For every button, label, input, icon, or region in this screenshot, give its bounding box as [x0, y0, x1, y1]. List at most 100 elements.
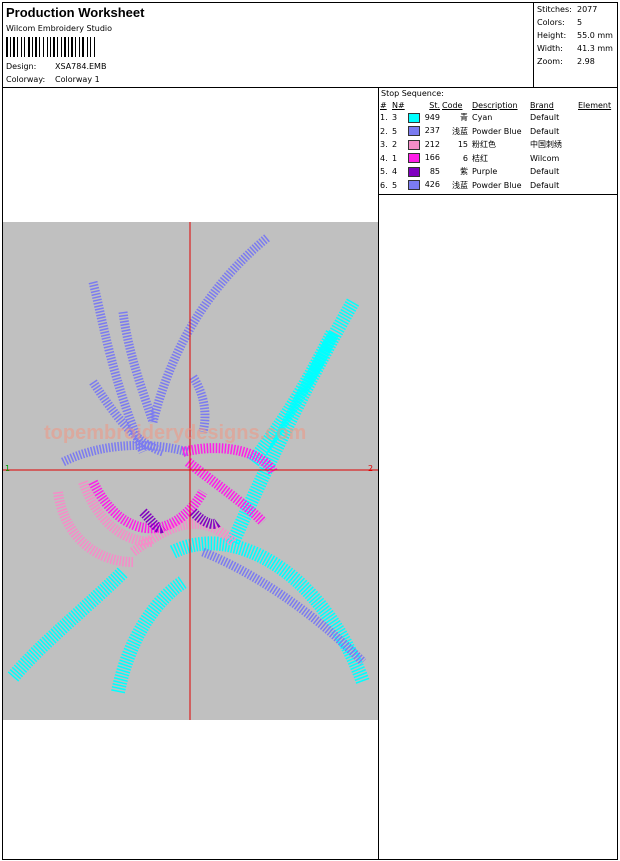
row-brand: Default [530, 180, 560, 190]
row-code: 青 [460, 113, 468, 123]
row-brand: 中国刺绣 [530, 140, 562, 150]
barcode-bar [71, 37, 73, 57]
barcode-bar [68, 37, 69, 57]
barcode-bar [75, 37, 76, 57]
row-code: 6 [462, 153, 468, 163]
color-swatch [408, 112, 420, 123]
col-index: # [380, 100, 387, 110]
row-element [578, 125, 611, 139]
col-stitches: St. [429, 100, 440, 110]
barcode-bar [57, 37, 58, 57]
stop-sequence-table: # N# St. Code Description Brand Element … [380, 99, 611, 192]
row-stitches: 85 [408, 165, 440, 179]
barcode-bar [6, 37, 8, 57]
row-stitches: 212 [408, 138, 440, 152]
barcode-bar [35, 37, 37, 57]
software-name: Wilcom Embroidery Studio [6, 24, 113, 33]
row-stitches: 166 [408, 152, 440, 166]
color-swatch [408, 139, 420, 150]
row-element [578, 138, 611, 152]
table-row: 6. 5 426 浅蓝 Powder Blue Default [380, 179, 611, 193]
barcode-bar [43, 37, 44, 57]
row-brand: Default [530, 113, 560, 123]
page-title: Production Worksheet [6, 5, 145, 20]
row-element [578, 179, 611, 193]
design-label: Design: [6, 62, 37, 71]
table-row: 2. 5 237 浅蓝 Powder Blue Default [380, 125, 611, 139]
row-needle: 4 [392, 167, 398, 177]
color-swatch [408, 153, 420, 164]
stat-width: Width: 41.3 mm [537, 44, 613, 53]
row-index: 1. [380, 113, 388, 123]
barcode-bar [94, 37, 95, 57]
row-needle: 2 [392, 140, 398, 150]
design-value: XSA784.EMB [55, 62, 107, 71]
barcode-bar [82, 37, 84, 57]
barcode-bar [79, 37, 80, 57]
row-index: 3. [380, 140, 388, 150]
row-brand: Default [530, 167, 560, 177]
row-description: 粉红色 [472, 140, 496, 150]
col-description: Description [472, 100, 518, 110]
axis-label-right: 2 [368, 464, 373, 473]
row-index: 2. [380, 126, 388, 136]
barcode-bar [24, 37, 25, 57]
stop-sequence-box: Stop Sequence: # N# St. Code Description… [378, 87, 618, 195]
row-code: 浅蓝 [452, 126, 468, 136]
color-swatch [408, 126, 420, 137]
color-swatch [408, 180, 420, 191]
col-code: Code [442, 100, 463, 110]
barcode-bar [47, 37, 48, 57]
row-description: Powder Blue [472, 126, 522, 136]
row-element [578, 165, 611, 179]
barcode-bar [64, 37, 66, 57]
barcode-bar [10, 37, 11, 57]
row-stitches: 237 [408, 125, 440, 139]
col-brand: Brand [530, 100, 554, 110]
barcode-bar [13, 37, 15, 57]
row-element [578, 111, 611, 125]
row-description: Powder Blue [472, 180, 522, 190]
stat-height: Height: 55.0 mm [537, 31, 613, 40]
row-element [578, 152, 611, 166]
row-brand: Wilcom [530, 153, 560, 163]
embroidery-preview: 1 2 [3, 222, 378, 720]
barcode-bar [50, 37, 51, 57]
barcode-bar [61, 37, 62, 57]
watermark: topembroiderydesigns.com [44, 422, 307, 444]
colorway-value: Colorway 1 [55, 75, 100, 84]
row-needle: 1 [392, 153, 398, 163]
color-swatch [408, 166, 420, 177]
stat-colors: Colors: 5 [537, 18, 583, 27]
axis-label-left: 1 [5, 464, 10, 473]
row-description: 桔红 [472, 153, 488, 163]
barcode-bar [39, 37, 40, 57]
stat-zoom: Zoom: 2.98 [537, 57, 595, 66]
barcode [6, 37, 95, 57]
row-index: 4. [380, 153, 388, 163]
barcode-bar [53, 37, 55, 57]
row-index: 6. [380, 180, 388, 190]
row-stitches: 949 [408, 111, 440, 125]
notes-box [378, 194, 618, 860]
colorway-label: Colorway: [6, 75, 46, 84]
barcode-bar [28, 37, 30, 57]
row-brand: Default [530, 126, 560, 136]
barcode-bar [17, 37, 18, 57]
barcode-bar [87, 37, 88, 57]
table-row: 4. 1 166 6 桔红 Wilcom [380, 152, 611, 166]
barcode-bar [32, 37, 33, 57]
row-code: 紫 [460, 167, 468, 177]
row-index: 5. [380, 167, 388, 177]
row-needle: 5 [392, 126, 398, 136]
stats-box: Stitches: 2077 Colors: 5 Height: 55.0 mm Wi… [533, 2, 618, 88]
row-needle: 3 [392, 113, 398, 123]
col-element: Element [578, 100, 612, 110]
row-description: Cyan [472, 113, 493, 123]
row-code: 15 [457, 140, 468, 150]
table-row: 3. 2 212 15 粉红色 中国刺绣 [380, 138, 611, 152]
barcode-bar [90, 37, 91, 57]
stat-stitches: Stitches: 2077 [537, 5, 598, 14]
row-stitches: 426 [408, 179, 440, 193]
table-header-row: # N# St. Code Description Brand Element [380, 99, 611, 111]
